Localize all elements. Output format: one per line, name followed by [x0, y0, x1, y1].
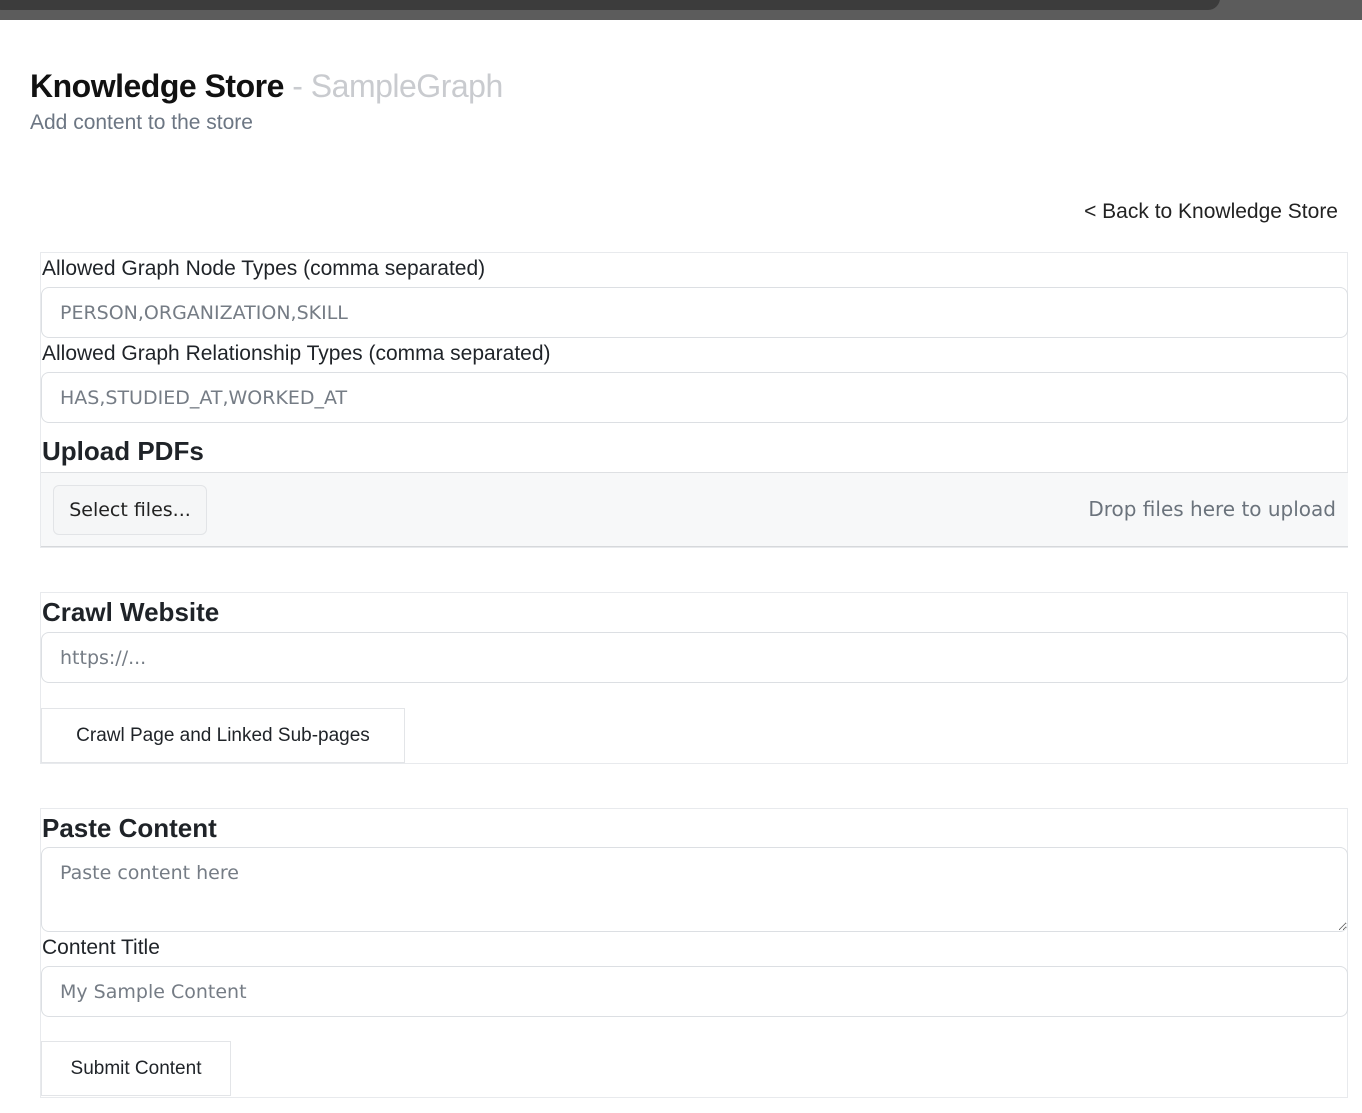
submit-content-button[interactable]: Submit Content: [41, 1041, 231, 1096]
content-title-label: Content Title: [42, 936, 160, 959]
paste-panel: Paste Content Content Title Submit Conte…: [40, 808, 1348, 1098]
relationship-types-label: Allowed Graph Relationship Types (comma …: [42, 342, 551, 365]
page-subtitle: Add content to the store: [30, 111, 253, 134]
back-to-knowledge-store-link[interactable]: < Back to Knowledge Store: [1084, 200, 1338, 224]
upload-panel: Allowed Graph Node Types (comma separate…: [40, 252, 1348, 548]
upload-pdfs-title: Upload PDFs: [42, 436, 204, 466]
content-title-input[interactable]: [41, 966, 1348, 1017]
paste-content-textarea[interactable]: [41, 847, 1348, 932]
select-files-button[interactable]: Select files...: [53, 485, 207, 535]
file-dropzone[interactable]: Select files... Drop files here to uploa…: [41, 472, 1348, 547]
crawl-panel: Crawl Website Crawl Page and Linked Sub-…: [40, 592, 1348, 764]
page-title-text: Knowledge Store: [30, 68, 284, 104]
graph-name: SampleGraph: [310, 68, 503, 104]
title-separator: -: [292, 68, 303, 104]
browser-top-bar: [0, 0, 1362, 20]
node-types-label: Allowed Graph Node Types (comma separate…: [42, 257, 486, 280]
crawl-button[interactable]: Crawl Page and Linked Sub-pages: [41, 708, 405, 763]
paste-content-title: Paste Content: [42, 813, 217, 843]
browser-address-bar[interactable]: [0, 0, 1220, 10]
crawl-url-input[interactable]: [41, 632, 1348, 683]
drop-files-hint: Drop files here to upload: [1088, 497, 1336, 521]
relationship-types-input[interactable]: [41, 372, 1348, 423]
page-title: Knowledge Store - SampleGraph: [30, 68, 503, 105]
page-header: Knowledge Store - SampleGraph Add conten…: [30, 68, 503, 135]
crawl-website-title: Crawl Website: [42, 597, 220, 627]
node-types-input[interactable]: [41, 287, 1348, 338]
